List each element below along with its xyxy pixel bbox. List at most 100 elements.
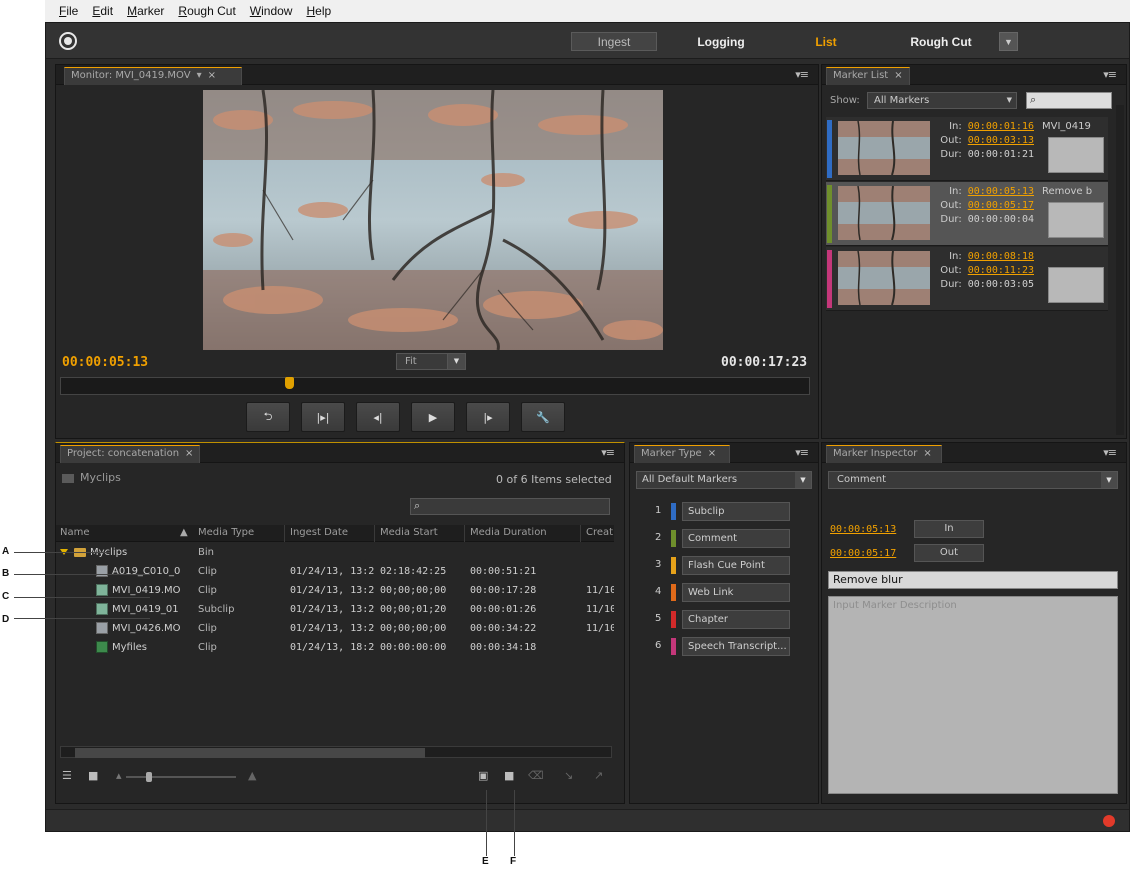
add-marker-type-button[interactable]: Subclip — [682, 502, 790, 521]
panel-menu-icon[interactable]: ▾≡ — [601, 446, 615, 459]
panel-menu-icon[interactable]: ▾≡ — [1103, 446, 1117, 459]
play-button[interactable]: ▶ — [411, 402, 455, 432]
marker-list-item[interactable]: In: 00:00:05:13 Out: 00:00:05:17 Dur: 00:0… — [826, 182, 1108, 246]
col-name[interactable]: Name — [60, 527, 90, 538]
table-row[interactable]: MVI_0419_01Subclip 01/24/13, 13:27: 00;00;… — [56, 601, 614, 619]
workspace-list[interactable]: List — [806, 32, 846, 51]
workspace-menu-chevron-icon[interactable]: ▼ — [999, 32, 1018, 51]
step-back-button[interactable]: ◂| — [356, 402, 400, 432]
icon-view-icon[interactable]: ■ — [88, 769, 98, 782]
error-icon[interactable] — [1103, 815, 1115, 827]
step-forward-button[interactable]: |▸ — [466, 402, 510, 432]
add-marker-type-button[interactable]: Flash Cue Point — [682, 556, 790, 575]
table-row[interactable]: MyclipsBin — [56, 544, 614, 562]
marker-out-time[interactable]: 00:00:11:23 — [968, 265, 1034, 276]
expand-icon[interactable]: ↗ — [594, 769, 603, 782]
tab-marker-type[interactable]: Marker Type × — [634, 445, 730, 463]
close-icon[interactable]: × — [894, 70, 902, 81]
sort-ascending-icon[interactable]: ▲ — [180, 527, 188, 538]
close-icon[interactable]: × — [185, 448, 193, 459]
col-media-duration[interactable]: Media Duration — [470, 527, 547, 538]
slider-thumb[interactable] — [146, 772, 152, 782]
zoom-out-icon[interactable]: ▴ — [116, 769, 122, 782]
marker-out-time[interactable]: 00:00:05:17 — [968, 200, 1034, 211]
new-item-icon[interactable]: ▣ — [478, 769, 488, 782]
col-ingest-date[interactable]: Ingest Date — [290, 527, 348, 538]
play-in-to-out-button[interactable]: |▸| — [301, 402, 345, 432]
playhead-icon[interactable] — [285, 377, 294, 389]
marker-thumbnail[interactable] — [838, 121, 930, 175]
item-name[interactable]: MVI_0419_01 — [112, 604, 196, 615]
col-created[interactable]: Creat — [586, 527, 613, 538]
item-name[interactable]: MVI_0426.MO — [112, 623, 196, 634]
new-bin-icon[interactable]: ■ — [504, 769, 514, 782]
scrollbar-thumb[interactable] — [75, 748, 425, 758]
col-media-start[interactable]: Media Start — [380, 527, 438, 538]
tab-monitor[interactable]: Monitor: MVI_0419.MOV ▾ × — [64, 67, 242, 85]
marker-filter-select[interactable]: All Markers ▼ — [867, 92, 1017, 109]
panel-menu-icon[interactable]: ▾≡ — [795, 68, 809, 81]
list-view-icon[interactable]: ☰ — [62, 769, 72, 782]
marker-list-item[interactable]: In: 00:00:08:18 Out: 00:00:11:23 Dur: 00:0… — [826, 247, 1108, 311]
marker-list-scrollbar[interactable] — [1116, 105, 1124, 435]
add-marker-type-button[interactable]: Speech Transcript... — [682, 637, 790, 656]
close-icon[interactable]: × — [708, 448, 716, 459]
loop-button[interactable]: ⮌ — [246, 402, 290, 432]
time-ruler-scrubber[interactable] — [60, 377, 810, 395]
tab-marker-inspector[interactable]: Marker Inspector × — [826, 445, 942, 463]
zoom-level-select[interactable]: Fit ▼ — [396, 353, 466, 370]
out-point-timecode[interactable]: 00:00:05:17 — [830, 548, 896, 559]
project-search-input[interactable]: ⌕ — [410, 498, 610, 515]
tab-marker-list[interactable]: Marker List × — [826, 67, 910, 85]
marker-thumbnail[interactable] — [838, 251, 930, 305]
item-name[interactable]: A019_C010_0 — [112, 566, 196, 577]
menu-rough-cut[interactable]: Rough Cut — [178, 4, 235, 18]
marker-name-field[interactable]: Remove blur — [828, 571, 1118, 589]
delete-icon[interactable]: ⌫ — [528, 769, 544, 782]
zoom-in-icon[interactable]: ▲ — [248, 769, 256, 782]
marker-description-field[interactable]: Input Marker Description — [828, 596, 1118, 794]
panel-menu-icon[interactable]: ▾≡ — [1103, 68, 1117, 81]
settings-button[interactable]: 🔧 — [521, 402, 565, 432]
close-icon[interactable]: × — [208, 70, 216, 81]
marker-search-input[interactable]: ⌕ — [1026, 92, 1112, 109]
marker-list-item[interactable]: In: 00:00:01:16 Out: 00:00:03:13 Dur: 00:0… — [826, 117, 1108, 181]
table-row[interactable]: A019_C010_0Clip 01/24/13, 13:26: 02:18:42:… — [56, 563, 614, 581]
marker-thumbnail[interactable] — [838, 186, 930, 240]
workspace-rough-cut[interactable]: Rough Cut — [901, 32, 981, 51]
set-out-button[interactable]: Out — [914, 544, 984, 562]
marker-in-time[interactable]: 00:00:05:13 — [968, 186, 1034, 197]
menu-marker[interactable]: Marker — [127, 4, 164, 18]
current-timecode[interactable]: 00:00:05:13 — [62, 355, 148, 370]
marker-set-select[interactable]: All Default Markers ▼ — [636, 471, 812, 489]
menu-file[interactable]: File — [59, 4, 78, 18]
add-marker-type-button[interactable]: Web Link — [682, 583, 790, 602]
table-row[interactable]: MyfilesClip 01/24/13, 18:24: 00:00:00:00 00… — [56, 639, 614, 657]
tab-project[interactable]: Project: concatenation × — [60, 445, 200, 463]
panel-menu-icon[interactable]: ▾≡ — [795, 446, 809, 459]
thumbnail-size-slider[interactable] — [126, 776, 236, 778]
project-horizontal-scrollbar[interactable] — [60, 746, 612, 758]
in-point-timecode[interactable]: 00:00:05:13 — [830, 524, 896, 535]
marker-type-select[interactable]: Comment ▼ — [828, 471, 1118, 489]
creative-cloud-icon[interactable] — [59, 32, 77, 50]
tab-dropdown-icon[interactable]: ▾ — [197, 70, 202, 81]
marker-comment-box[interactable] — [1048, 202, 1104, 238]
workspace-logging[interactable]: Logging — [686, 32, 756, 51]
item-name[interactable]: MVI_0419.MO — [112, 585, 196, 596]
marker-out-time[interactable]: 00:00:03:13 — [968, 135, 1034, 146]
col-media-type[interactable]: Media Type — [198, 527, 254, 538]
marker-in-time[interactable]: 00:00:01:16 — [968, 121, 1034, 132]
marker-in-time[interactable]: 00:00:08:18 — [968, 251, 1034, 262]
menu-help[interactable]: Help — [306, 4, 331, 18]
marker-comment-box[interactable] — [1048, 267, 1104, 303]
add-marker-type-button[interactable]: Comment — [682, 529, 790, 548]
marker-comment-box[interactable] — [1048, 137, 1104, 173]
menu-window[interactable]: Window — [250, 4, 293, 18]
item-name[interactable]: Myfiles — [112, 642, 196, 653]
ingest-button[interactable]: Ingest — [571, 32, 657, 51]
set-in-button[interactable]: In — [914, 520, 984, 538]
video-frame[interactable] — [203, 90, 663, 350]
table-row[interactable]: MVI_0426.MOClip 01/24/13, 13:26: 00;00;00;… — [56, 620, 614, 638]
menu-edit[interactable]: Edit — [92, 4, 113, 18]
